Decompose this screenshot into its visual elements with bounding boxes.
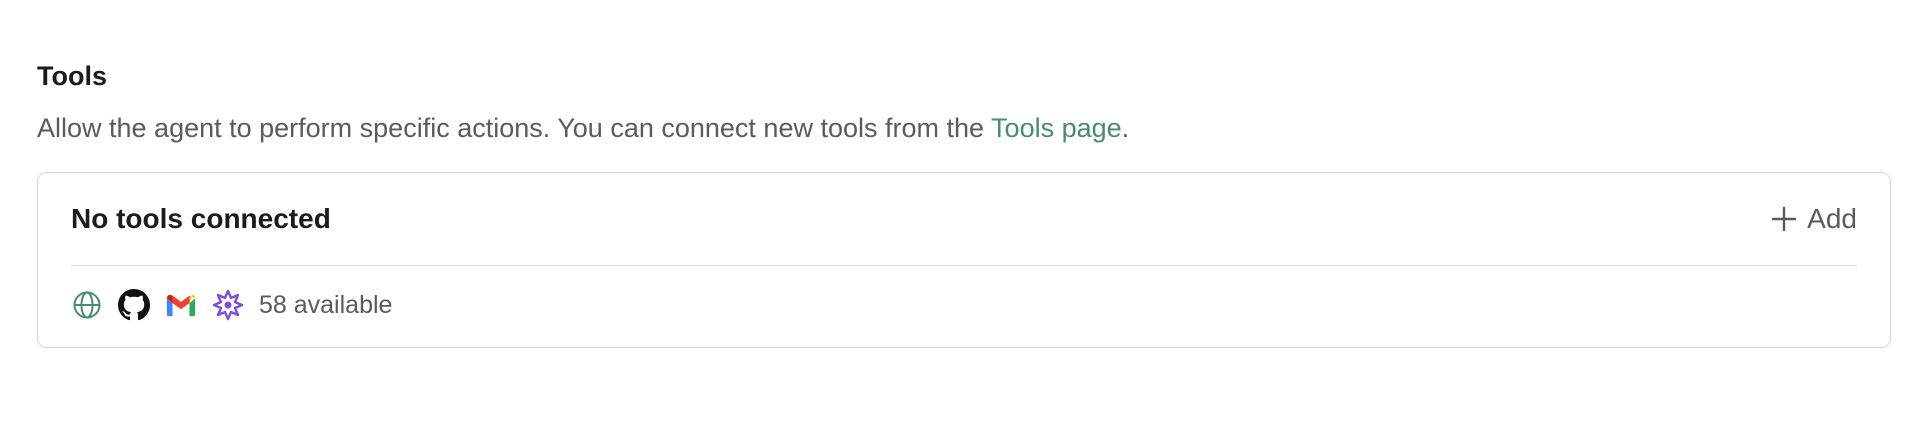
tools-card-header: No tools connected Add — [71, 173, 1857, 265]
available-tools-row: 58 available — [71, 285, 392, 325]
description-suffix: . — [1121, 113, 1130, 143]
card-divider — [71, 265, 1857, 266]
tools-card: No tools connected Add 58 available — [37, 172, 1891, 348]
section-description: Allow the agent to perform specific acti… — [37, 108, 1893, 148]
gmail-icon — [165, 289, 197, 321]
github-icon — [118, 289, 150, 321]
description-text: Allow the agent to perform specific acti… — [37, 113, 992, 143]
tools-page-link[interactable]: Tools page — [991, 113, 1122, 143]
globe-icon — [71, 289, 103, 321]
sparkle-badge-icon — [212, 289, 244, 321]
available-count: 58 available — [259, 290, 393, 319]
section-title: Tools — [37, 61, 107, 91]
plus-icon — [1771, 206, 1797, 232]
add-tool-button[interactable]: Add — [1771, 203, 1857, 235]
no-tools-title: No tools connected — [71, 203, 331, 234]
add-button-label: Add — [1807, 203, 1857, 234]
tools-section: Tools Allow the agent to perform specifi… — [37, 56, 1893, 148]
